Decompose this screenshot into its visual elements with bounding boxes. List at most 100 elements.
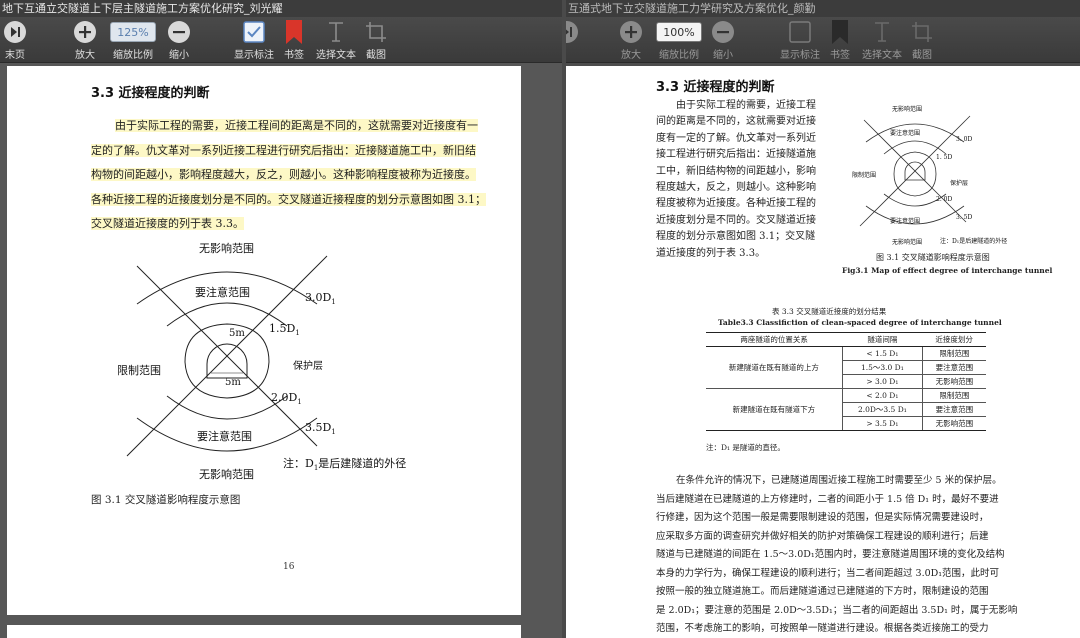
zoom-in-button[interactable]: 放大 [74, 19, 96, 61]
table-cell: > 3.5 D₁ [842, 416, 923, 431]
text-cursor-icon [329, 22, 343, 42]
plus-icon [620, 21, 642, 43]
show-annotations-label: 显示标注 [234, 50, 274, 61]
fig-15d-label: 1. 5D [936, 154, 953, 161]
right-document-page: 3.3 近接程度的判断 由于实际工程的需要，近接工程 间的距离是不同的，这就需要… [566, 66, 1080, 638]
right-reader-window: 互通式地下立交隧道施工力学研究及方案优化_颜勤 放大 100% 缩放比例 缩小 … [566, 0, 1080, 638]
last-page-button-right[interactable] [566, 19, 578, 45]
show-annotations-label: 显示标注 [780, 50, 820, 61]
screenshot-label: 截图 [912, 50, 932, 61]
zoom-in-label: 放大 [621, 50, 641, 61]
para-line: 近接度划分是不同的。交叉隧道近接 [656, 214, 816, 226]
checkbox-icon [789, 21, 811, 43]
next-page-edge [7, 625, 521, 638]
para-line: 是 2.0D₁；要注意的范围是 2.0D～3.5D₁；当二者的间距超出 3.5D… [656, 604, 1018, 616]
para-line: 程度的划分示意图如图 3.1；交叉隧 [656, 231, 816, 243]
zoom-in-button-right[interactable]: 放大 [620, 19, 642, 61]
figure-caption-cn: 图 3.1 交叉隧道影响程度示意图 [876, 253, 990, 262]
diagram-no-effect-bottom: 无影响范围 [199, 468, 254, 481]
table-header: 隧道间隔 [842, 332, 923, 347]
table-cell: > 3.0 D₁ [842, 374, 923, 389]
para-line: 隧道与已建隧道的间距在 1.5～3.0D₁范围内时，要注意隧道周围环境的变化及结… [656, 549, 1005, 560]
para-line: 在条件允许的情况下，已建隧道周围近接工程施工时需要至少 5 米的保护层。 [676, 475, 1002, 486]
zoom-out-label: 缩小 [169, 50, 189, 61]
fig-no-effect-bottom: 无影响范围 [892, 239, 923, 246]
fig-restrict-label: 限制范围 [852, 172, 877, 179]
diagram-5m-top: 5m [229, 328, 245, 339]
table-cell: < 1.5 D₁ [842, 346, 923, 361]
screenshot-button[interactable]: 截图 [366, 19, 386, 61]
zoom-value[interactable]: 125% [110, 22, 156, 42]
para-line: 由于实际工程的需要，近接工程间的距离是不同的，这就需要对近接度有一 [115, 119, 478, 132]
bookmark-icon [286, 20, 302, 44]
bookmark-label: 书签 [284, 50, 304, 61]
para-line: 由于实际工程的需要，近接工程 [676, 100, 816, 111]
para-line: 当后建隧道在已建隧道的上方修建时，二者的间距小于 1.5 倍 D₁ 时，最好不要… [656, 493, 999, 505]
diagram-5m-bottom: 5m [225, 377, 241, 388]
left-toolbar: 末页 放大 125% 缩放比例 缩小 显示标注 书签 选择文本 截图 [0, 17, 562, 63]
show-annotations-button[interactable]: 显示标注 [234, 19, 274, 61]
text-cursor-icon [875, 22, 889, 42]
table-note: 注：D₁ 是隧道的直径。 [706, 443, 785, 452]
last-page-button[interactable]: 末页 [4, 19, 26, 61]
zoom-out-label: 缩小 [713, 50, 733, 61]
section-heading: 3.3 近接程度的判断 [656, 80, 775, 95]
left-document-viewport[interactable]: 3.3 近接程度的判断 由于实际工程的需要，近接工程间的距离是不同的，这就需要对… [0, 63, 562, 638]
table-cell: 2.0D～3.5 D₁ [842, 402, 923, 417]
minus-icon [168, 21, 190, 43]
crop-icon [912, 22, 932, 42]
zoom-in-label: 放大 [75, 50, 95, 61]
zoom-out-button-right[interactable]: 缩小 [712, 19, 734, 61]
section-paragraph-2: 在条件允许的情况下，已建隧道周围近接工程施工时需要至少 5 米的保护层。 当后建… [656, 472, 1076, 638]
para-line: 本身的力学行为，确保工程建设的顺利进行；当二者间距超过 3.0D₁范围，此时可 [656, 567, 1000, 579]
para-line: 各种近接工程的近接度划分是不同的。交叉隧道近接程度的划分示意图如图 3.1； [91, 192, 486, 206]
zoom-value[interactable]: 100% [656, 22, 702, 42]
table-row: 新建隧道在既有隧道的上方 < 1.5 D₁ 限制范围 [706, 346, 986, 389]
table-row: 新建隧道在既有隧道下方 < 2.0 D₁ 限制范围 [706, 388, 986, 431]
fig-3d-label: 3. 0D [956, 136, 973, 143]
section-paragraph: 由于实际工程的需要，近接工程 间的距离是不同的，这就需要对近接 度有一定的了解。… [656, 98, 831, 262]
para-line: 应采取多方面的调查研究并做好相关的防护对策确保工程建设的顺利进行；后建 [656, 530, 989, 542]
diagram-restrict-label: 限制范围 [117, 364, 161, 377]
table-title-cn: 表 3.3 交叉隧道近接度的划分结果 [772, 307, 887, 316]
select-text-label: 选择文本 [862, 50, 902, 61]
fig-no-effect-top: 无影响范围 [892, 106, 923, 113]
para-line: 道近接度的列于表 3.3。 [656, 247, 766, 259]
para-line: 接工程进行研究后指出：近接隧道施 [656, 149, 816, 161]
bookmark-icon [832, 20, 848, 44]
para-line: 程度被称为近接度。各种近接工程的 [656, 198, 816, 210]
para-line: 行修建，因为这个范围一般是需要限制建设的范围，但是实际情况需要建设时， [656, 512, 989, 523]
right-toolbar: 放大 100% 缩放比例 缩小 显示标注 书签 选择文本 截图 [566, 17, 1080, 63]
fig-attention-top: 要注意范围 [890, 130, 921, 137]
last-page-icon [4, 21, 26, 43]
table-cell: 1.5～3.0 D₁ [842, 360, 923, 375]
fig-attention-bottom: 要注意范围 [890, 218, 921, 225]
right-document-viewport[interactable]: 3.3 近接程度的判断 由于实际工程的需要，近接工程 间的距离是不同的，这就需要… [566, 63, 1080, 638]
zoom-ratio-label: 缩放比例 [113, 50, 153, 61]
plus-icon [74, 21, 96, 43]
select-text-button-right[interactable]: 选择文本 [862, 19, 902, 61]
zoom-ratio-control-right[interactable]: 100% 缩放比例 [656, 19, 702, 61]
show-annotations-button-right[interactable]: 显示标注 [780, 19, 820, 61]
bookmark-button-right[interactable]: 书签 [830, 19, 850, 61]
select-text-button[interactable]: 选择文本 [316, 19, 356, 61]
zoom-ratio-control[interactable]: 125% 缩放比例 [110, 19, 156, 61]
section-heading: 3.3 近接程度的判断 [91, 86, 210, 101]
figure-caption-en: Fig3.1 Map of effect degree of interchan… [842, 266, 1053, 275]
crop-icon [366, 22, 386, 42]
left-document-page: 3.3 近接程度的判断 由于实际工程的需要，近接工程间的距离是不同的，这就需要对… [7, 66, 521, 615]
para-line: 定的了解。仇文革对一系列近接工程进行研究后指出：近接隧道施工中，新旧结 [91, 143, 476, 157]
para-line: 度有一定的了解。仇文革对一系列近 [656, 132, 816, 144]
diagram-note: 注：D1是后建隧道的外径 [283, 457, 407, 473]
diagram-20d-label: 2.0D1 [271, 391, 302, 407]
screenshot-button-right[interactable]: 截图 [912, 19, 932, 61]
para-line: 程度越大，反之，则越小。这种影响 [656, 182, 816, 194]
table-cell: 无影响范围 [922, 374, 986, 389]
bookmark-button[interactable]: 书签 [284, 19, 304, 61]
table-cell: 无影响范围 [922, 416, 986, 431]
para-line: 按照一般的独立隧道施工。而后建隧道通过已建隧道的下方时，限制建设的范围 [656, 586, 989, 597]
table-group-cell: 新建隧道在既有隧道的上方 [706, 346, 843, 389]
fig-note: 注：D₁是后建隧道的外径 [940, 238, 1008, 245]
section-paragraph: 由于实际工程的需要，近接工程间的距离是不同的，这就需要对近接度有一 定的了解。仇… [91, 114, 491, 237]
zoom-out-button[interactable]: 缩小 [168, 19, 190, 61]
